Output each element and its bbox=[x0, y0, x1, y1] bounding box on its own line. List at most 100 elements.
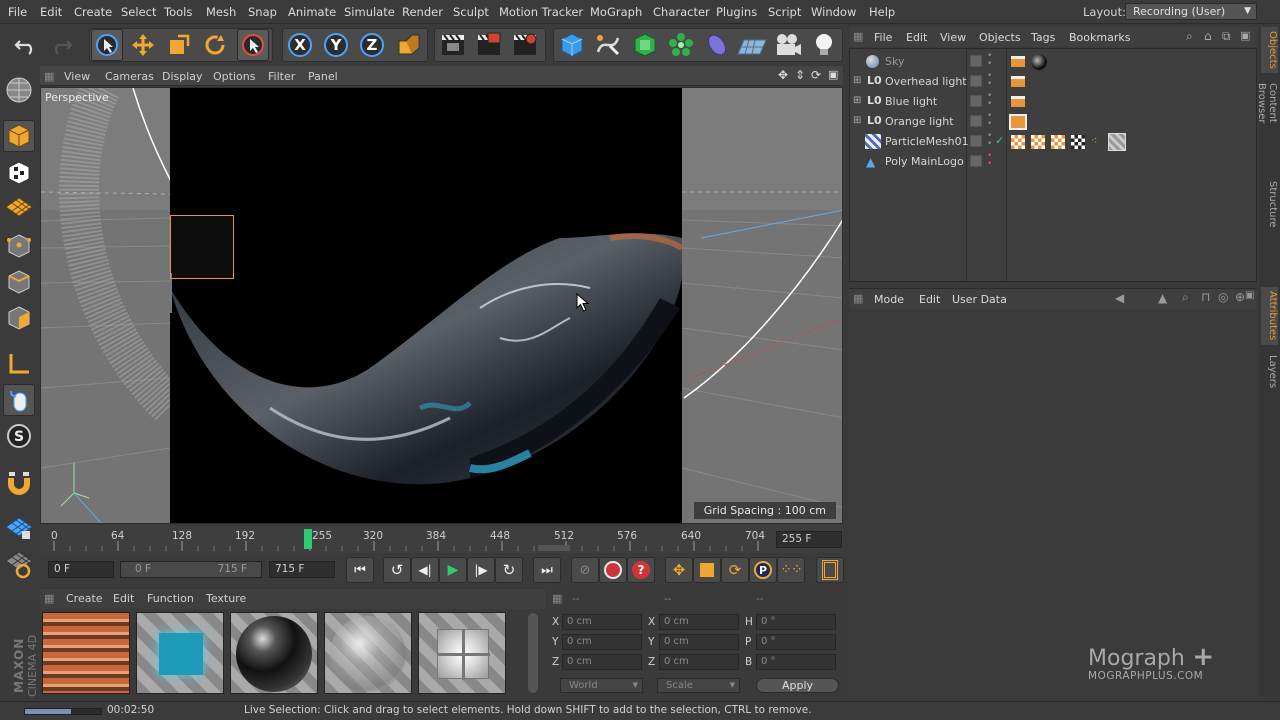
material-menu-function[interactable]: Function bbox=[147, 592, 194, 605]
panel-toggle-icon[interactable]: ▣ bbox=[1245, 290, 1254, 301]
object-menu-file[interactable]: File bbox=[874, 31, 892, 44]
make-editable-button[interactable] bbox=[3, 74, 35, 106]
sky-texture-tag-icon[interactable] bbox=[1031, 54, 1047, 70]
live-selection-button[interactable] bbox=[91, 29, 123, 61]
tag-dots-icon[interactable]: ⁖ bbox=[1091, 134, 1097, 147]
timeline[interactable]: 0 64 128 192 255 320 384 448 512 576 640… bbox=[40, 525, 843, 553]
drag-handle[interactable]: ▦ bbox=[552, 592, 562, 605]
keyframe-selection-button[interactable]: ? bbox=[627, 557, 655, 583]
axis-mode-button[interactable] bbox=[3, 348, 35, 380]
end-frame-field[interactable]: 715 F bbox=[269, 561, 335, 578]
tab-structure[interactable]: Structure bbox=[1261, 177, 1278, 231]
menu-motion-tracker[interactable]: Motion Tracker bbox=[499, 5, 583, 19]
attribute-menu-user-data[interactable]: User Data bbox=[952, 293, 1007, 306]
current-frame-field[interactable]: 255 F bbox=[776, 531, 842, 548]
timeline-window-button[interactable] bbox=[816, 557, 844, 583]
viewport-zoom-icon[interactable]: ⇕ bbox=[795, 68, 805, 82]
drag-handle[interactable]: ▦ bbox=[853, 292, 863, 305]
timeline-playhead[interactable] bbox=[304, 529, 312, 549]
menu-plugins[interactable]: Plugins bbox=[716, 5, 757, 19]
up-arrow-icon[interactable]: ▲ bbox=[1158, 291, 1167, 305]
material-tag-icon[interactable] bbox=[1031, 135, 1045, 149]
home-icon[interactable]: ⌂ bbox=[1204, 29, 1212, 43]
workplane-mode-button[interactable] bbox=[3, 192, 35, 224]
workplane-lock-button[interactable] bbox=[3, 512, 35, 544]
viewport-menu-filter[interactable]: Filter bbox=[268, 70, 295, 83]
play-button[interactable]: ▶ bbox=[439, 557, 467, 583]
visibility-toggle[interactable] bbox=[970, 95, 982, 107]
object-row[interactable]: ParticleMesh01 • • ✓ ⁖ bbox=[850, 132, 1256, 152]
recent-tool-button[interactable] bbox=[237, 29, 269, 61]
key-parameter-button[interactable]: P bbox=[749, 557, 777, 583]
expand-icon[interactable]: ⊞ bbox=[853, 95, 861, 106]
clapboard-tag-icon[interactable] bbox=[1011, 56, 1025, 67]
drag-handle[interactable]: ▦ bbox=[44, 70, 54, 83]
go-to-end-button[interactable]: ⏭ bbox=[533, 557, 561, 583]
material-tag-icon[interactable] bbox=[1071, 135, 1085, 149]
material-swatch[interactable] bbox=[324, 612, 412, 694]
scale-button[interactable] bbox=[163, 29, 195, 61]
previous-key-button[interactable]: ↺ bbox=[383, 557, 411, 583]
object-menu-objects[interactable]: Objects bbox=[979, 31, 1021, 44]
visibility-dots-icon[interactable]: • • bbox=[987, 152, 992, 169]
menu-help[interactable]: Help bbox=[869, 5, 895, 19]
key-scale-button[interactable] bbox=[693, 557, 721, 583]
polygons-mode-button[interactable] bbox=[3, 302, 35, 334]
attribute-menu-mode[interactable]: Mode bbox=[874, 293, 904, 306]
light-button[interactable] bbox=[808, 29, 840, 61]
tab-objects[interactable]: Objects bbox=[1261, 27, 1278, 73]
material-swatch[interactable] bbox=[418, 612, 506, 694]
lock-icon[interactable]: ⊓ bbox=[1201, 290, 1210, 304]
tab-content-browser[interactable]: Content Browser bbox=[1256, 79, 1278, 169]
search-icon[interactable]: ⌕ bbox=[1182, 290, 1189, 305]
object-row[interactable]: ⊞ L0 Orange light • • bbox=[850, 112, 1256, 132]
menu-edit[interactable]: Edit bbox=[40, 5, 62, 19]
next-frame-button[interactable]: |▶ bbox=[467, 557, 495, 583]
object-menu-view[interactable]: View bbox=[940, 31, 966, 44]
pen-button[interactable] bbox=[592, 29, 624, 61]
menu-snap[interactable]: Snap bbox=[248, 5, 277, 19]
viewport-rotate-icon[interactable]: ⟳ bbox=[811, 68, 821, 82]
world-select[interactable]: World ▼ bbox=[560, 678, 643, 693]
visibility-dots-icon[interactable]: • • bbox=[987, 52, 992, 69]
planar-workplane-button[interactable] bbox=[3, 548, 35, 580]
apply-button[interactable]: Apply bbox=[756, 678, 839, 693]
visibility-toggle[interactable] bbox=[970, 75, 982, 87]
menu-create[interactable]: Create bbox=[74, 5, 112, 19]
viewport-menu-display[interactable]: Display bbox=[162, 70, 203, 83]
attribute-menu-edit[interactable]: Edit bbox=[919, 293, 940, 306]
clapboard-tag-icon[interactable] bbox=[1011, 76, 1025, 87]
perspective-viewport[interactable]: Perspective Grid Spacing : 100 cm bbox=[40, 87, 843, 524]
material-swatch[interactable] bbox=[230, 612, 318, 694]
object-row[interactable]: ▲ Poly MainLogo • • bbox=[850, 152, 1256, 172]
menu-file[interactable]: File bbox=[8, 5, 27, 19]
visibility-toggle[interactable] bbox=[970, 55, 982, 67]
menu-mograph[interactable]: MoGraph bbox=[590, 5, 642, 19]
y-axis-toggle[interactable]: Y bbox=[320, 29, 352, 61]
texture-mode-button[interactable] bbox=[3, 157, 35, 189]
visibility-dots-icon[interactable]: • • bbox=[987, 92, 992, 109]
material-scrollbar[interactable] bbox=[528, 613, 538, 693]
x-axis-toggle[interactable]: X bbox=[284, 29, 316, 61]
object-row[interactable]: ⊞ L0 Blue light • • bbox=[850, 92, 1256, 112]
viewport-menu-cameras[interactable]: Cameras bbox=[105, 70, 154, 83]
viewport-move-icon[interactable]: ✥ bbox=[778, 68, 788, 82]
render-picture-viewer-button[interactable] bbox=[473, 29, 505, 61]
viewport-menu-panel[interactable]: Panel bbox=[308, 70, 338, 83]
menu-animate[interactable]: Animate bbox=[288, 5, 336, 19]
deformer-button[interactable] bbox=[701, 29, 733, 61]
menu-sculpt[interactable]: Sculpt bbox=[453, 5, 489, 19]
position-y-field[interactable]: 0 cm bbox=[562, 634, 642, 650]
visibility-toggle[interactable] bbox=[970, 115, 982, 127]
object-row[interactable]: Sky • • bbox=[850, 52, 1256, 72]
visibility-toggle[interactable] bbox=[970, 135, 982, 147]
checkmark-icon[interactable]: ✓ bbox=[995, 134, 1004, 147]
visibility-dots-icon[interactable]: • • bbox=[987, 132, 992, 149]
tweak-mode-button[interactable] bbox=[3, 384, 35, 416]
size-z-field[interactable]: 0 cm bbox=[659, 654, 739, 670]
go-to-start-button[interactable]: ⏮ bbox=[346, 557, 374, 583]
layout-select[interactable]: Recording (User) ▼ bbox=[1125, 3, 1257, 20]
render-region-handle[interactable] bbox=[170, 215, 234, 279]
viewport-menu-view[interactable]: View bbox=[64, 70, 90, 83]
key-point-level-button[interactable]: ⁘⁘ bbox=[777, 557, 805, 583]
